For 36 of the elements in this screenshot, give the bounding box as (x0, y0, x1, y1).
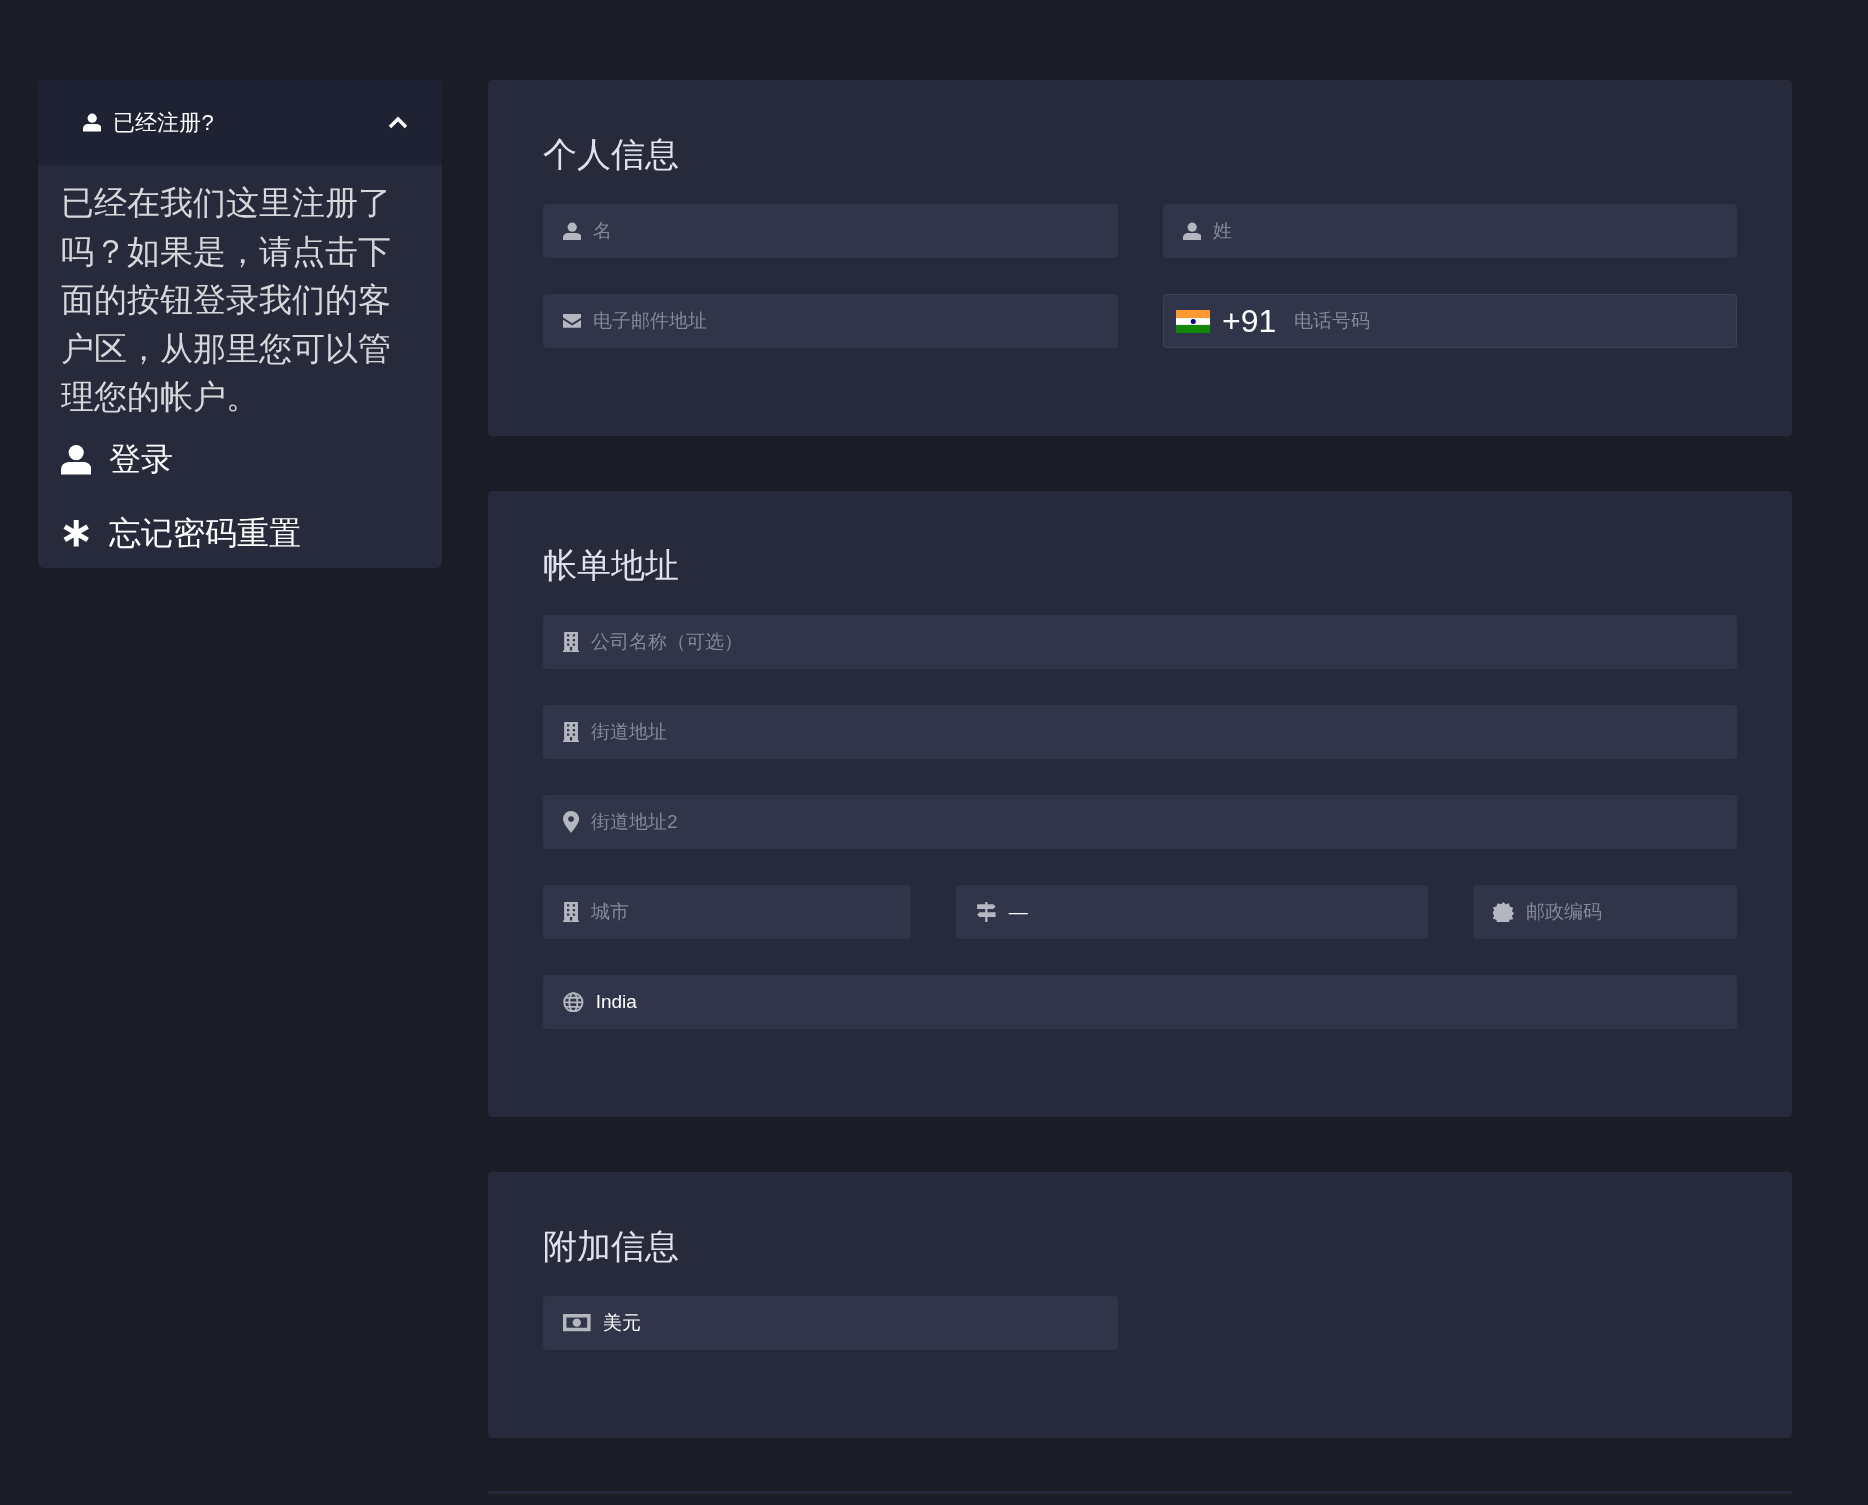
sidebar-link[interactable]: 登录 (61, 437, 174, 482)
user-icon (563, 221, 582, 241)
section-title: 个人信息 (543, 134, 680, 175)
section-title: 附加信息 (543, 1226, 680, 1267)
user-icon (83, 113, 102, 132)
globe-icon (563, 991, 584, 1013)
section-title: 帐单地址 (543, 545, 680, 586)
user-icon (61, 444, 92, 475)
input-field[interactable]: 城市 (543, 885, 911, 939)
building-icon (563, 721, 580, 743)
flag-icon (1175, 309, 1210, 333)
input-field[interactable]: India (543, 975, 1737, 1029)
input-field[interactable]: 邮政编码 (1473, 885, 1737, 939)
input-field[interactable]: 姓 (1162, 204, 1737, 258)
info-paragraph: 已经在我们这里注册了吗？如果是，请点击下面的按钮登录我们的客户区，从那里您可以管理您的帐户。 (61, 184, 392, 417)
building-icon (563, 631, 580, 653)
accordion-header[interactable]: 已经注册? (38, 80, 442, 165)
chevron-up-icon[interactable] (388, 115, 408, 130)
signpost-icon (976, 901, 997, 923)
map-pin-icon (563, 811, 580, 833)
input-field[interactable]: 街道地址 (543, 705, 1737, 759)
badge-icon (1493, 901, 1514, 923)
input-field[interactable]: 美元 (543, 1296, 1118, 1350)
input-field[interactable]: 名 (543, 204, 1118, 258)
input-field[interactable]: — (956, 885, 1428, 939)
envelope-icon (563, 314, 582, 328)
banknote-icon (563, 1314, 591, 1332)
input-field[interactable]: 电子邮件地址 (543, 294, 1118, 348)
asterisk-icon (61, 518, 92, 549)
building-icon (563, 901, 580, 923)
input-field[interactable]: 公司名称（可选） (543, 615, 1737, 669)
phone-field[interactable]: +91 电话号码 (1162, 294, 1737, 348)
dial-code: +91 (1222, 302, 1277, 340)
input-field[interactable]: 街道地址2 (543, 795, 1737, 849)
user-icon (1182, 221, 1201, 241)
sidebar-link[interactable]: 忘记密码重置 (61, 511, 302, 556)
